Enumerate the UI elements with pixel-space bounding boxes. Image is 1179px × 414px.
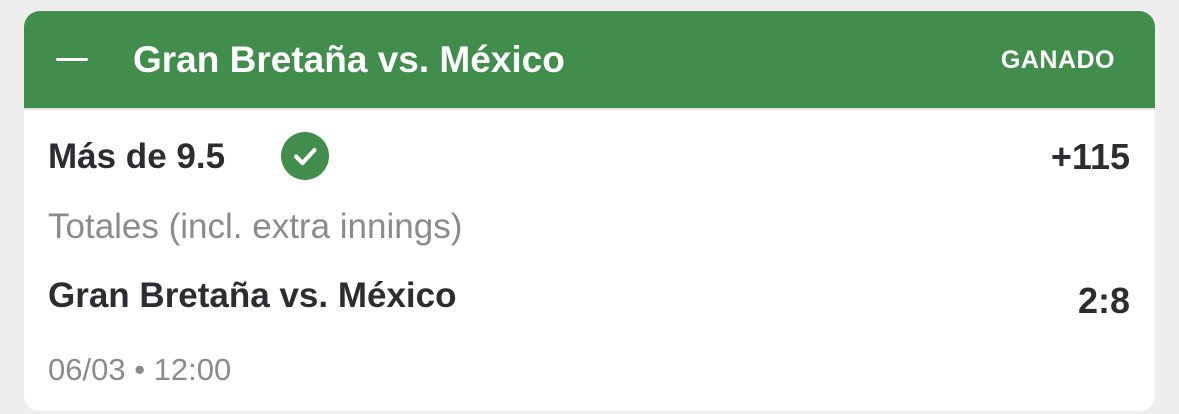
check-circle-icon [281,132,329,180]
minus-icon-bar [56,58,88,61]
bet-market: Totales (incl. extra innings) [48,207,463,246]
header-match-title: Gran Bretaña vs. México [133,39,565,80]
event-name: Gran Bretaña vs. México [48,276,457,315]
event-datetime: 06/03 • 12:00 [48,352,232,387]
event-score: 2:8 [1077,280,1130,321]
minus-icon[interactable] [54,47,90,73]
divider [24,108,1155,110]
bet-card: Gran Bretaña vs. México GANADO Más de 9.… [24,11,1155,411]
bet-card-header[interactable]: Gran Bretaña vs. México GANADO [24,11,1155,108]
bet-odds: +115 [1050,136,1130,177]
status-badge: GANADO [1000,46,1115,74]
bet-selection: Más de 9.5 [48,137,226,176]
